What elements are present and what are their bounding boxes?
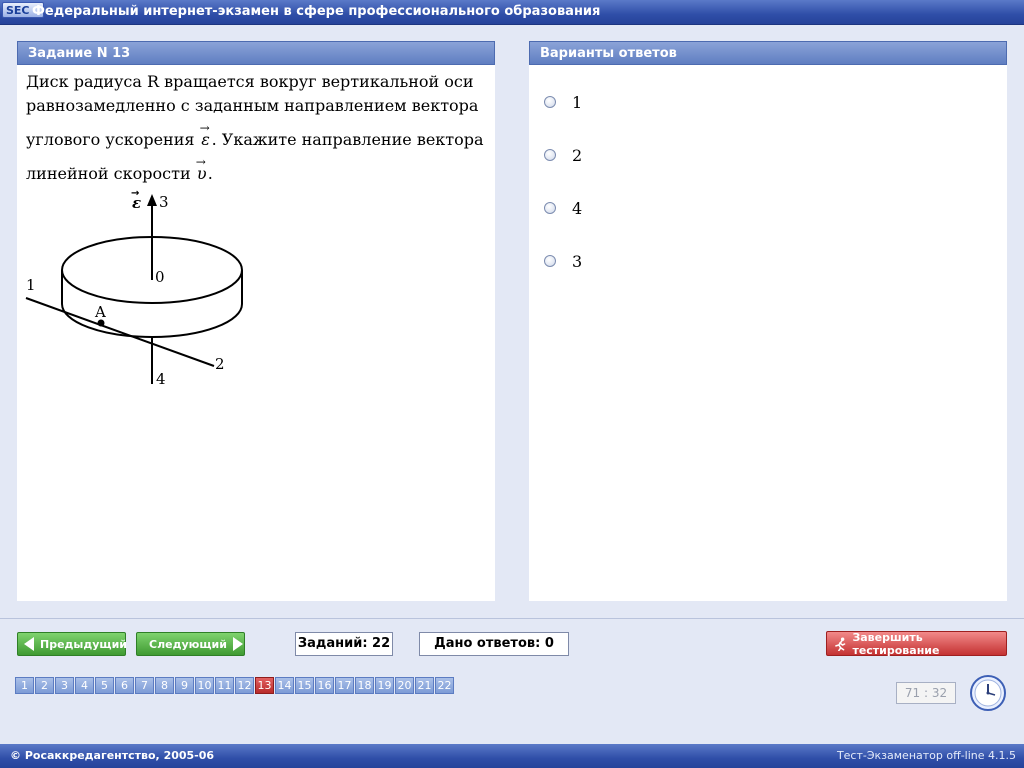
page-button-2[interactable]: 2 xyxy=(35,677,54,694)
question-line-1: Диск радиуса R вращается вокруг вертикал… xyxy=(26,72,474,91)
question-line-3-suffix: . Укажите направление вектора xyxy=(211,130,484,149)
arrow-left-icon xyxy=(24,637,34,651)
answer-option-3[interactable]: 4 xyxy=(544,198,582,218)
task-panel-header: Задание N 13 xyxy=(17,41,495,65)
answer-option-label: 2 xyxy=(572,145,583,165)
next-button[interactable]: Следующий xyxy=(136,632,245,656)
page-button-22[interactable]: 22 xyxy=(435,677,454,694)
page-button-17[interactable]: 17 xyxy=(335,677,354,694)
previous-button[interactable]: Предыдущий xyxy=(17,632,128,656)
page-button-21[interactable]: 21 xyxy=(415,677,434,694)
question-line-4-suffix: . xyxy=(207,164,213,183)
arrow-right-icon xyxy=(232,637,243,651)
page-button-14[interactable]: 14 xyxy=(275,677,294,694)
question-line-3-prefix: углового ускорения xyxy=(26,130,195,149)
answers-given-count: Дано ответов: 0 xyxy=(419,632,569,656)
page-button-16[interactable]: 16 xyxy=(315,677,334,694)
radio-button[interactable] xyxy=(544,149,556,161)
page-button-8[interactable]: 8 xyxy=(155,677,174,694)
page-button-19[interactable]: 19 xyxy=(375,677,394,694)
answer-option-4[interactable]: 3 xyxy=(544,251,582,271)
page-button-20[interactable]: 20 xyxy=(395,677,414,694)
page-button-1[interactable]: 1 xyxy=(15,677,34,694)
arrow-3-head xyxy=(147,194,157,206)
page-button-18[interactable]: 18 xyxy=(355,677,374,694)
page-button-13[interactable]: 13 xyxy=(255,677,274,694)
title-bar: SEC Федеральный интернет-экзамен в сфере… xyxy=(0,0,1024,25)
question-line-4: линейной скорости υ. xyxy=(26,150,486,186)
page-button-15[interactable]: 15 xyxy=(295,677,314,694)
copyright-text: © Росаккредагентство, 2005-06 xyxy=(10,749,215,762)
answer-option-label: 3 xyxy=(572,251,583,271)
tasks-count: Заданий: 22 xyxy=(295,632,393,656)
footer-bar: © Росаккредагентство, 2005-06 Тест-Экзам… xyxy=(0,744,1024,768)
next-button-label: Следующий xyxy=(149,637,227,651)
radio-button[interactable] xyxy=(544,96,556,108)
answer-option-label: 4 xyxy=(572,198,583,218)
finish-test-label: Завершить тестирование xyxy=(852,630,940,657)
page-button-9[interactable]: 9 xyxy=(175,677,194,694)
radio-button[interactable] xyxy=(544,255,556,267)
question-line-4-prefix: линейной скорости xyxy=(26,164,191,183)
page-button-7[interactable]: 7 xyxy=(135,677,154,694)
question-text: Диск радиуса R вращается вокруг вертикал… xyxy=(26,70,486,186)
epsilon-vector-symbol: ε xyxy=(200,116,212,152)
finish-test-button[interactable]: Завершить тестирование xyxy=(826,630,1007,657)
epsilon-arrow-mark: → xyxy=(131,188,139,199)
previous-button-label: Предыдущий xyxy=(40,637,128,651)
exit-runner-icon xyxy=(835,637,846,651)
velocity-vector-symbol: υ xyxy=(196,150,208,186)
answers-panel xyxy=(529,65,1007,601)
disk-diagram: ε → 3 0 1 A 2 4 xyxy=(25,188,243,388)
radio-button[interactable] xyxy=(544,202,556,214)
question-line-3: углового ускорения ε. Укажите направлени… xyxy=(26,116,486,152)
app-title: Федеральный интернет-экзамен в сфере про… xyxy=(32,4,601,19)
page-button-5[interactable]: 5 xyxy=(95,677,114,694)
answers-panel-header: Варианты ответов xyxy=(529,41,1007,65)
clock-icon xyxy=(970,675,1006,711)
label-1: 1 xyxy=(26,276,36,294)
answer-option-label: 1 xyxy=(572,92,583,112)
page-button-4[interactable]: 4 xyxy=(75,677,94,694)
version-text: Тест-Экзаменатор off-line 4.1.5 xyxy=(836,749,1016,762)
page-navigator: 1 2 3 4 5 6 7 8 9 10 11 12 13 14 15 16 17 18 19 20 21 22 xyxy=(15,677,455,694)
divider xyxy=(0,618,1024,619)
question-line-2: равнозамедленно с заданным направлением … xyxy=(26,96,479,115)
label-2: 2 xyxy=(215,355,225,373)
label-4: 4 xyxy=(156,370,166,388)
page-button-3[interactable]: 3 xyxy=(55,677,74,694)
timer-display: 71 : 32 xyxy=(896,682,956,704)
label-0: 0 xyxy=(155,268,165,286)
answer-option-1[interactable]: 1 xyxy=(544,92,582,112)
label-a: A xyxy=(94,303,106,321)
label-3: 3 xyxy=(159,193,169,211)
page-button-6[interactable]: 6 xyxy=(115,677,134,694)
answer-option-2[interactable]: 2 xyxy=(544,145,582,165)
page-button-11[interactable]: 11 xyxy=(215,677,234,694)
page-button-12[interactable]: 12 xyxy=(235,677,254,694)
page-button-10[interactable]: 10 xyxy=(195,677,214,694)
